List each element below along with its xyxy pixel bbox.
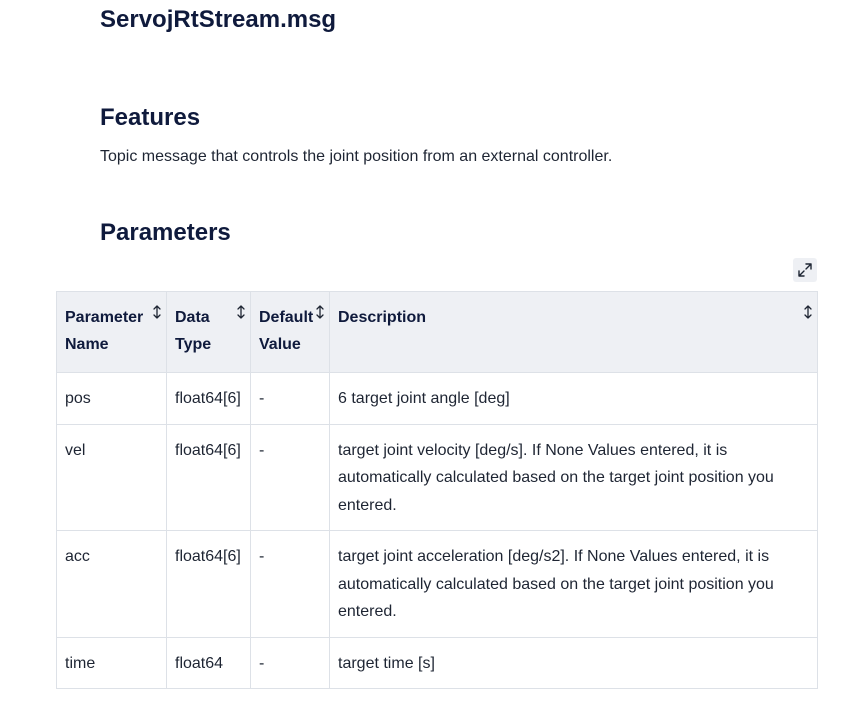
table-row: pos float64[6] - 6 target joint angle [d… <box>56 372 818 425</box>
sort-arrows-icon[interactable] <box>236 304 246 320</box>
cell-description: target joint acceleration [deg/s2]. If N… <box>329 530 818 638</box>
features-heading: Features <box>100 104 201 131</box>
page-title: ServojRtStream.msg <box>100 6 337 33</box>
column-header-label: Description <box>338 309 427 326</box>
features-description: Topic message that controls the joint po… <box>100 148 613 165</box>
sort-arrows-icon[interactable] <box>803 304 813 320</box>
cell-default-value: - <box>250 372 330 425</box>
cell-default-value: - <box>250 636 330 689</box>
cell-description: target time [s] <box>329 636 818 689</box>
cell-parameter-name: pos <box>56 372 167 425</box>
cell-default-value: - <box>250 530 330 638</box>
column-header-label: Default Value <box>259 309 314 353</box>
parameters-table-wrapper: Parameter Name Data Type Default Value D… <box>56 291 818 689</box>
parameters-table: Parameter Name Data Type Default Value D… <box>56 291 818 689</box>
column-header-label: Data Type <box>175 309 212 353</box>
cell-description: target joint velocity [deg/s]. If None V… <box>329 423 818 531</box>
table-header-row: Parameter Name Data Type Default Value D… <box>56 291 818 373</box>
column-header-description[interactable]: Description <box>329 291 818 373</box>
cell-parameter-name: vel <box>56 423 167 531</box>
expand-icon <box>798 263 812 277</box>
cell-data-type: float64 <box>166 636 251 689</box>
parameters-heading: Parameters <box>100 219 231 246</box>
column-header-data-type[interactable]: Data Type <box>166 291 251 373</box>
cell-data-type: float64[6] <box>166 530 251 638</box>
sort-arrows-icon[interactable] <box>315 304 325 320</box>
table-row: acc float64[6] - target joint accelerati… <box>56 530 818 638</box>
column-header-parameter-name[interactable]: Parameter Name <box>56 291 167 373</box>
table-row: vel float64[6] - target joint velocity [… <box>56 423 818 531</box>
cell-data-type: float64[6] <box>166 423 251 531</box>
cell-parameter-name: acc <box>56 530 167 638</box>
expand-table-button[interactable] <box>793 258 817 282</box>
table-row: time float64 - target time [s] <box>56 636 818 689</box>
cell-description: 6 target joint angle [deg] <box>329 372 818 425</box>
cell-parameter-name: time <box>56 636 167 689</box>
sort-arrows-icon[interactable] <box>152 304 162 320</box>
column-header-default-value[interactable]: Default Value <box>250 291 330 373</box>
column-header-label: Parameter Name <box>65 309 144 353</box>
cell-data-type: float64[6] <box>166 372 251 425</box>
cell-default-value: - <box>250 423 330 531</box>
doc-page: ServojRtStream.msg Features Topic messag… <box>0 0 854 710</box>
